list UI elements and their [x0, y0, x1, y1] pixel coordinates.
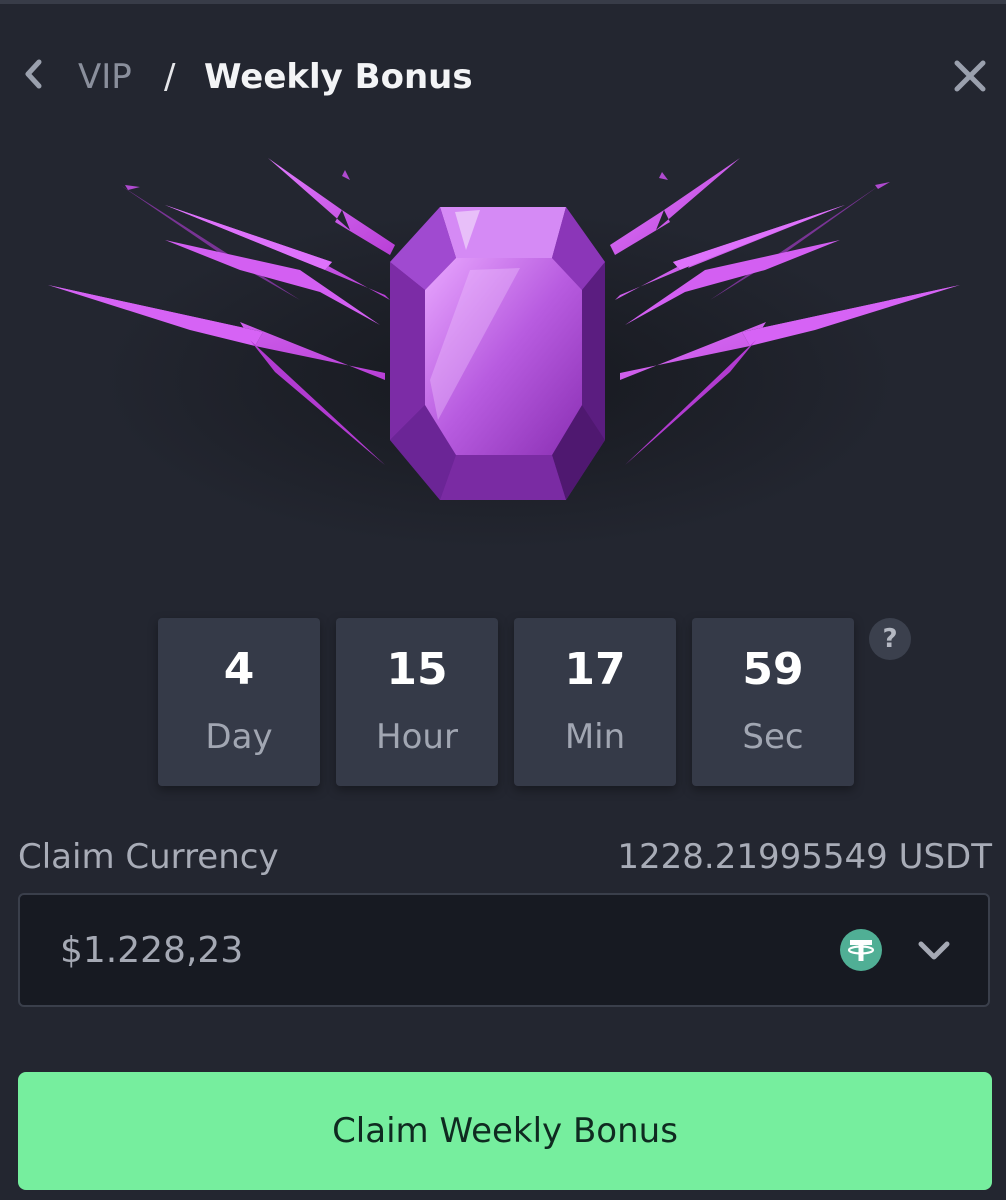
countdown-days-value: 4 [223, 644, 255, 695]
purple-gem-icon [48, 158, 960, 550]
countdown-hours-unit: Hour [376, 717, 458, 757]
currency-select-value: $1.228,23 [60, 930, 244, 971]
breadcrumb-separator: / [164, 57, 176, 97]
header: VIP / Weekly Bonus [0, 40, 1006, 114]
top-divider [0, 0, 1006, 4]
countdown-seconds-value: 59 [742, 644, 804, 695]
countdown-seconds-unit: Sec [742, 717, 804, 757]
tether-icon [840, 929, 882, 971]
chevron-left-icon [25, 59, 42, 89]
gem-illustration [0, 140, 1006, 580]
countdown-minutes: 17 Min [514, 618, 676, 786]
currency-select[interactable]: $1.228,23 [18, 893, 990, 1007]
help-icon[interactable]: ? [869, 618, 911, 660]
breadcrumb-vip-link[interactable]: VIP [78, 54, 132, 100]
page-title: Weekly Bonus [204, 57, 473, 97]
countdown-seconds: 59 Sec [692, 618, 854, 786]
countdown-days-unit: Day [205, 717, 273, 757]
countdown-hours-value: 15 [386, 644, 448, 695]
countdown-minutes-unit: Min [564, 717, 626, 757]
back-button[interactable] [14, 54, 54, 94]
countdown-days: 4 Day [158, 618, 320, 786]
countdown-minutes-value: 17 [564, 644, 626, 695]
close-icon [954, 60, 986, 92]
claim-weekly-bonus-button[interactable]: Claim Weekly Bonus [18, 1072, 992, 1190]
claim-currency-label: Claim Currency [18, 837, 279, 877]
close-button[interactable] [948, 54, 992, 98]
claim-amount: 1228.21995549 USDT [617, 837, 992, 877]
chevron-down-icon [918, 941, 950, 960]
countdown-hours: 15 Hour [336, 618, 498, 786]
